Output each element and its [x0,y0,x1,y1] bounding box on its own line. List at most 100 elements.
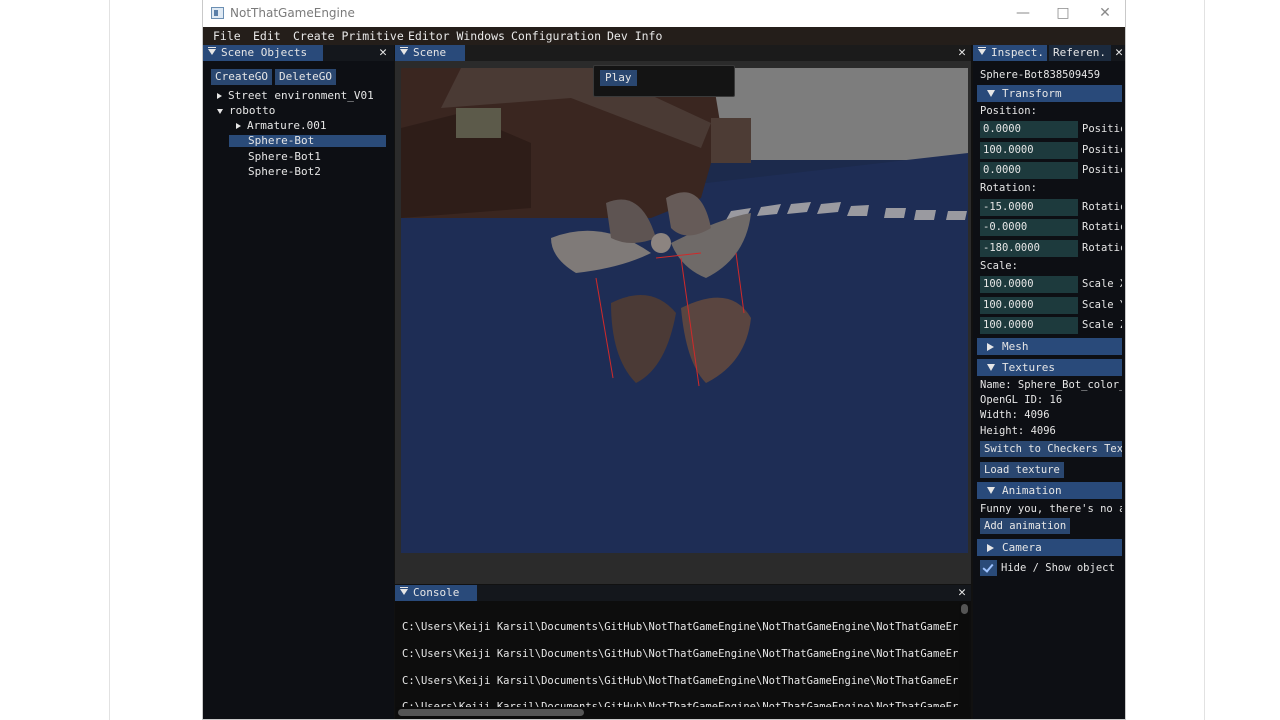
scale-x-field[interactable]: 100.0000 [980,276,1078,293]
switch-checkers-button[interactable]: Switch to Checkers Tex [980,441,1122,457]
tab-scene-objects-label: Scene Objects [221,46,308,59]
collapse-icon[interactable] [978,47,986,55]
expand-arrow-icon[interactable] [987,343,994,351]
tree-item-sphere-bot1[interactable]: Sphere-Bot1 [248,150,321,164]
inspector-header: Inspect. Referen. ✕ [973,45,1125,61]
collapse-icon[interactable] [400,587,408,595]
collapse-arrow-icon[interactable] [987,487,995,494]
textures-section-header[interactable]: Textures [977,359,1122,376]
load-texture-button[interactable]: Load texture [980,462,1064,478]
tab-console[interactable]: Console [395,585,477,601]
close-icon[interactable]: ✕ [376,45,390,61]
scene-render [401,68,968,553]
section-label: Animation [1002,484,1062,497]
maximize-button[interactable]: □ [1046,2,1080,24]
rotation-z-field[interactable]: -180.0000 [980,240,1078,257]
expand-arrow-icon[interactable] [217,93,222,99]
mesh-section-header[interactable]: Mesh [977,338,1122,355]
rotation-z-label: Rotatic [1082,242,1122,254]
play-button[interactable]: Play [600,70,637,86]
close-icon[interactable]: ✕ [955,585,969,601]
tab-inspector[interactable]: Inspect. [973,45,1047,61]
position-label: Position: [980,105,1037,117]
scene-header: Scene ✕ [395,45,971,61]
scale-y-field[interactable]: 100.0000 [980,297,1078,314]
rotation-y-field[interactable]: -0.0000 [980,219,1078,236]
camera-section-header[interactable]: Camera [977,539,1122,556]
console-line: C:\Users\Keiji Karsil\Documents\GitHub\N… [402,621,959,633]
texture-name: Name: Sphere_Bot_color_ [980,379,1122,391]
tree-item-sphere-bot2[interactable]: Sphere-Bot2 [248,165,321,179]
tab-console-label: Console [413,586,460,599]
tab-inspector-label: Inspect. [991,46,1044,59]
tab-references[interactable]: Referen. [1049,45,1111,61]
scale-z-field[interactable]: 100.0000 [980,317,1078,334]
expand-arrow-icon[interactable] [236,123,241,129]
transform-section-header[interactable]: Transform [977,85,1122,102]
collapse-icon[interactable] [400,47,408,55]
close-icon[interactable]: ✕ [955,45,969,61]
collapse-arrow-icon[interactable] [987,364,995,371]
position-z-label: Positic [1082,164,1122,176]
app-icon [211,7,224,19]
scene-viewport[interactable] [401,68,968,553]
window-title: NotThatGameEngine [230,6,355,20]
position-x-label: Positic [1082,123,1122,135]
tab-scene[interactable]: Scene [395,45,465,61]
menu-edit[interactable]: Edit [253,29,281,43]
page-guide-left [109,0,110,720]
console-header: Console ✕ [395,585,971,601]
tree-item-armature[interactable]: Armature.001 [236,119,326,133]
tree-item-sphere-bot[interactable]: Sphere-Bot [248,134,314,148]
scale-x-label: Scale X [1082,278,1122,290]
texture-width: Width: 4096 [980,409,1050,421]
create-go-button[interactable]: CreateGO [211,69,272,85]
add-animation-button[interactable]: Add animation [980,518,1071,534]
menu-editor-windows[interactable]: Editor Windows [408,29,505,43]
rotation-label: Rotation: [980,182,1037,194]
rotation-y-label: Rotatic [1082,221,1122,233]
minimize-button[interactable]: — [1006,2,1040,24]
menu-bar: File Edit Create Primitive Editor Window… [203,27,1125,45]
collapse-icon[interactable] [208,47,216,55]
menu-file[interactable]: File [213,29,241,43]
tab-scene-label: Scene [413,46,447,59]
delete-go-button[interactable]: DeleteGO [275,69,336,85]
collapse-arrow-icon[interactable] [987,90,995,97]
animation-message: Funny you, there's no a [980,503,1122,515]
scrollbar-thumb[interactable] [961,604,968,614]
menu-configuration[interactable]: Configuration [511,29,601,43]
page-guide-right [1204,0,1205,720]
console-line: C:\Users\Keiji Karsil\Documents\GitHub\N… [402,648,959,660]
tree-item-label: robotto [229,104,276,117]
tree-item-label: Street environment_V01 [228,89,374,102]
scrollbar-thumb[interactable] [398,709,584,716]
menu-create-primitive[interactable]: Create Primitive [293,29,404,43]
console-horizontal-scrollbar[interactable] [396,707,970,717]
tab-references-label: Referen. [1053,46,1106,59]
position-z-field[interactable]: 0.0000 [980,162,1078,179]
position-x-field[interactable]: 0.0000 [980,121,1078,138]
tree-item-label: Sphere-Bot2 [248,165,321,178]
texture-height: Height: 4096 [980,425,1056,437]
console-vertical-scrollbar[interactable] [959,603,969,707]
hide-show-label: Hide / Show object [1001,562,1115,574]
position-y-field[interactable]: 100.0000 [980,142,1078,159]
tab-scene-objects[interactable]: Scene Objects [203,45,323,61]
scale-z-label: Scale Z [1082,319,1122,331]
animation-section-header[interactable]: Animation [977,482,1122,499]
tree-item-robotto[interactable]: robotto [217,104,275,118]
close-icon[interactable]: ✕ [1112,45,1125,61]
tree-item-label: Sphere-Bot [248,134,315,147]
scene-objects-header: Scene Objects ✕ [203,45,394,61]
rotation-x-field[interactable]: -15.0000 [980,199,1078,216]
hide-show-checkbox[interactable] [980,560,997,576]
scale-label: Scale: [980,260,1018,272]
scene-objects-panel: Scene Objects ✕ CreateGO DeleteGO Street… [203,45,394,719]
texture-opengl-id: OpenGL ID: 16 [980,394,1063,406]
expand-arrow-icon[interactable] [987,544,994,552]
close-window-button[interactable]: ✕ [1088,2,1122,24]
menu-dev-info[interactable]: Dev Info [607,29,662,43]
collapse-arrow-icon[interactable] [217,108,223,114]
tree-item-street-environment[interactable]: Street environment_V01 [217,89,374,103]
